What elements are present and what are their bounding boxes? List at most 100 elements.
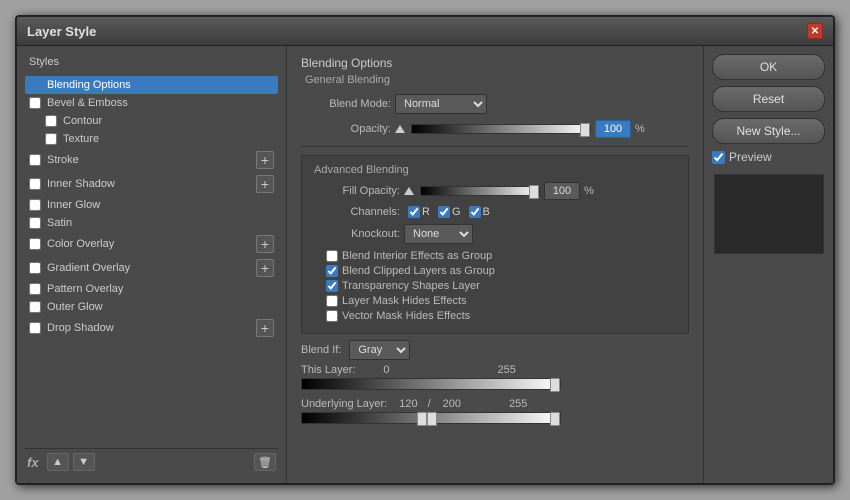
fill-opacity-value[interactable]: 100 (544, 182, 580, 200)
sidebar-item-outer-glow[interactable]: Outer Glow (25, 298, 278, 316)
stroke-checkbox[interactable] (29, 154, 41, 166)
ok-button[interactable]: OK (712, 54, 825, 80)
layer-items-list: Blending Options Bevel & Emboss Contour Tex… (25, 76, 278, 448)
inner-shadow-plus-button[interactable]: + (256, 175, 274, 193)
opacity-value[interactable]: 100 (595, 120, 631, 138)
blend-clipped-checkbox[interactable] (326, 265, 338, 277)
texture-label: Texture (63, 133, 274, 145)
reset-button[interactable]: Reset (712, 86, 825, 112)
sidebar-item-texture[interactable]: Texture (25, 130, 278, 148)
blend-mode-row: Blend Mode: NormalDissolveMultiplyScreen… (301, 94, 689, 114)
underlying-layer-right-thumb[interactable] (550, 412, 560, 426)
divider-1 (301, 146, 689, 147)
drop-shadow-label: Drop Shadow (47, 322, 252, 334)
underlying-layer-left-thumb-a[interactable] (417, 412, 427, 426)
this-layer-slider[interactable] (301, 378, 561, 390)
fill-opacity-label: Fill Opacity: (310, 185, 400, 197)
this-layer-right-thumb[interactable] (550, 378, 560, 392)
sidebar-item-inner-glow[interactable]: Inner Glow (25, 196, 278, 214)
opacity-label: Opacity: (301, 123, 391, 135)
sidebar-item-gradient-overlay[interactable]: Gradient Overlay + (25, 256, 278, 280)
blending-options-title: Blending Options (301, 56, 689, 70)
underlying-layer-max: 255 (509, 398, 527, 410)
color-overlay-plus-button[interactable]: + (256, 235, 274, 253)
underlying-layer-min: 120 (399, 398, 417, 410)
color-overlay-label: Color Overlay (47, 238, 252, 250)
opacity-thumb[interactable] (580, 123, 590, 137)
sidebar-item-contour[interactable]: Contour (25, 112, 278, 130)
vector-mask-checkbox[interactable] (326, 310, 338, 322)
satin-label: Satin (47, 217, 274, 229)
this-layer-min: 0 (383, 364, 389, 376)
sidebar-item-bevel-emboss[interactable]: Bevel & Emboss (25, 94, 278, 112)
sidebar-item-satin[interactable]: Satin (25, 214, 278, 232)
vector-mask-row: Vector Mask Hides Effects (326, 310, 680, 322)
contour-checkbox[interactable] (45, 115, 57, 127)
transparency-shapes-row: Transparency Shapes Layer (326, 280, 680, 292)
layer-mask-checkbox[interactable] (326, 295, 338, 307)
sidebar-item-color-overlay[interactable]: Color Overlay + (25, 232, 278, 256)
gradient-overlay-plus-button[interactable]: + (256, 259, 274, 277)
blend-if-row: Blend If: GrayRedGreenBlue (301, 340, 689, 360)
blend-if-section: Blend If: GrayRedGreenBlue This Layer: 0… (301, 340, 689, 424)
title-bar: Layer Style ✕ (17, 17, 833, 46)
channel-b-checkbox[interactable] (469, 206, 481, 218)
blend-clipped-label: Blend Clipped Layers as Group (342, 265, 495, 277)
fill-opacity-thumb[interactable] (529, 185, 539, 199)
transparency-checkbox[interactable] (326, 280, 338, 292)
channel-r: R (408, 206, 430, 218)
blend-interior-label: Blend Interior Effects as Group (342, 250, 492, 262)
close-button[interactable]: ✕ (807, 23, 823, 39)
channel-b: B (469, 206, 490, 218)
channels-label: Channels: (310, 206, 400, 218)
channel-g-label: G (452, 206, 461, 218)
sidebar-item-inner-shadow[interactable]: Inner Shadow + (25, 172, 278, 196)
drop-shadow-checkbox[interactable] (29, 322, 41, 334)
blend-interior-checkbox[interactable] (326, 250, 338, 262)
underlying-layer-slider[interactable] (301, 412, 561, 424)
pattern-overlay-checkbox[interactable] (29, 283, 41, 295)
preview-checkbox[interactable] (712, 151, 725, 164)
drop-shadow-plus-button[interactable]: + (256, 319, 274, 337)
inner-shadow-label: Inner Shadow (47, 178, 252, 190)
blend-checkboxes: Blend Interior Effects as Group Blend Cl… (310, 250, 680, 322)
sidebar-item-blending-options[interactable]: Blending Options (25, 76, 278, 94)
blend-if-select[interactable]: GrayRedGreenBlue (349, 340, 410, 360)
bevel-emboss-checkbox[interactable] (29, 97, 41, 109)
inner-shadow-checkbox[interactable] (29, 178, 41, 190)
sidebar-item-stroke[interactable]: Stroke+ (25, 148, 278, 172)
blend-interior-row: Blend Interior Effects as Group (326, 250, 680, 262)
gradient-overlay-label: Gradient Overlay (47, 262, 252, 274)
color-overlay-checkbox[interactable] (29, 238, 41, 250)
channel-b-label: B (483, 206, 490, 218)
texture-checkbox[interactable] (45, 133, 57, 145)
gradient-overlay-checkbox[interactable] (29, 262, 41, 274)
knockout-select[interactable]: NoneShallowDeep (404, 224, 473, 244)
channel-g: G (438, 206, 461, 218)
fill-opacity-slider[interactable] (420, 186, 540, 196)
new-style-button[interactable]: New Style... (712, 118, 825, 144)
sidebar-item-drop-shadow[interactable]: Drop Shadow + (25, 316, 278, 340)
inner-glow-label: Inner Glow (47, 199, 274, 211)
stroke-plus-button[interactable]: + (256, 151, 274, 169)
bevel-emboss-label: Bevel & Emboss (47, 97, 274, 109)
blend-mode-select[interactable]: NormalDissolveMultiplyScreenOverlaySoft … (395, 94, 487, 114)
opacity-slider[interactable] (411, 124, 591, 134)
channel-r-checkbox[interactable] (408, 206, 420, 218)
sidebar-item-pattern-overlay[interactable]: Pattern Overlay (25, 280, 278, 298)
outer-glow-checkbox[interactable] (29, 301, 41, 313)
move-up-button[interactable]: ▲ (47, 453, 69, 471)
delete-button[interactable]: 🗑 (254, 453, 276, 471)
inner-glow-checkbox[interactable] (29, 199, 41, 211)
satin-checkbox[interactable] (29, 217, 41, 229)
preview-row: Preview (712, 150, 825, 164)
opacity-percent: % (635, 123, 645, 135)
move-down-button[interactable]: ▼ (73, 453, 95, 471)
transparency-label: Transparency Shapes Layer (342, 280, 480, 292)
underlying-layer-mid: 200 (443, 398, 461, 410)
underlying-layer-left-thumb-b[interactable] (427, 412, 437, 426)
advanced-blending-title: Advanced Blending (310, 164, 680, 176)
pattern-overlay-label: Pattern Overlay (47, 283, 274, 295)
channel-g-checkbox[interactable] (438, 206, 450, 218)
preview-label: Preview (729, 150, 772, 164)
